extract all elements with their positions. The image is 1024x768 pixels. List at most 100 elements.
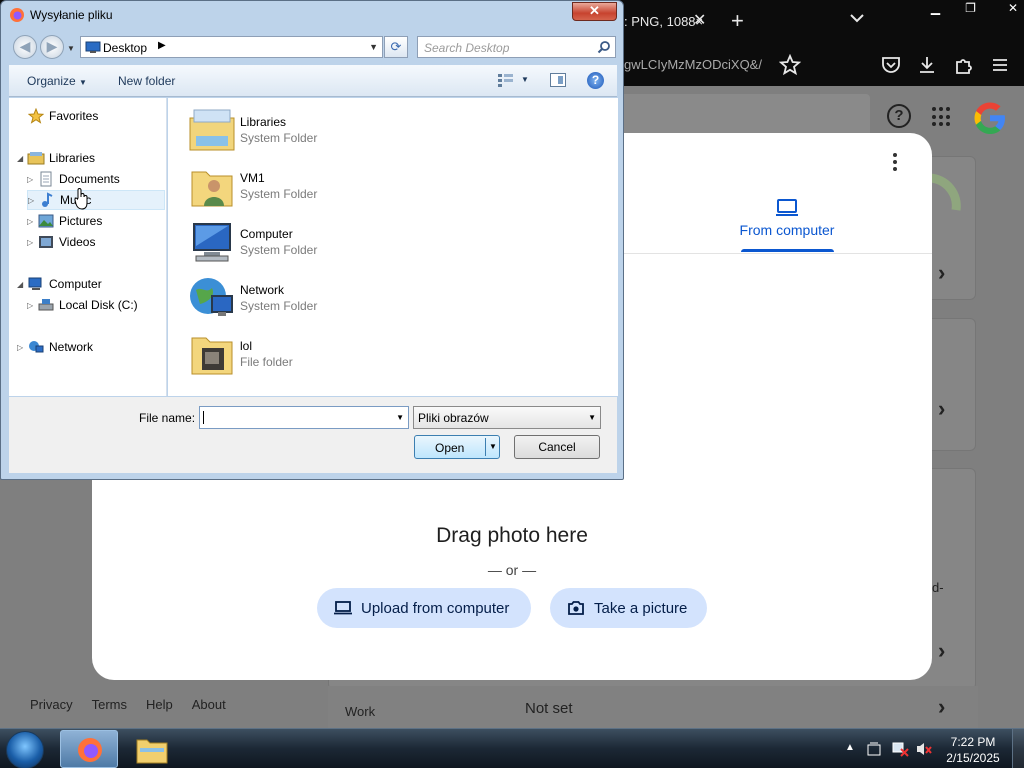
nav-local-disk-label: Local Disk (C:) xyxy=(59,298,138,312)
about-link[interactable]: About xyxy=(192,697,226,712)
or-separator: — or — xyxy=(487,562,537,578)
file-item-libraries[interactable]: Libraries System Folder xyxy=(188,102,468,154)
nav-favorites[interactable]: Favorites xyxy=(17,106,98,126)
file-name: VM1 xyxy=(240,171,265,185)
work-row[interactable]: Work Not set › xyxy=(328,686,978,728)
file-item-lol[interactable]: lol File folder xyxy=(188,326,468,378)
google-logo-icon[interactable] xyxy=(972,100,1008,136)
nav-libraries-label: Libraries xyxy=(49,151,96,165)
bookmark-star-icon[interactable] xyxy=(779,54,801,76)
privacy-link[interactable]: Privacy xyxy=(30,697,73,712)
nav-network[interactable]: ▷ Network xyxy=(17,337,93,357)
breadcrumb-desktop[interactable]: Desktop xyxy=(103,41,147,55)
nav-music[interactable]: ▷ Music xyxy=(27,190,165,210)
restore-icon[interactable]: ❐ xyxy=(953,0,988,18)
chevron-right-icon[interactable]: › xyxy=(938,396,945,422)
show-hidden-icons[interactable]: ▲ xyxy=(845,742,855,753)
hand-cursor-icon xyxy=(74,188,88,210)
address-dropdown-icon[interactable]: ▼ xyxy=(369,42,378,52)
downloads-icon[interactable] xyxy=(916,54,938,76)
explorer-folder-icon xyxy=(136,739,168,764)
star-icon xyxy=(27,108,45,124)
organize-button[interactable]: Organize ▼ xyxy=(27,74,87,88)
file-name-dropdown-icon[interactable]: ▼ xyxy=(396,413,404,422)
nav-videos[interactable]: ▷ Videos xyxy=(27,232,95,252)
help-icon[interactable]: ? xyxy=(887,104,911,128)
new-tab-icon[interactable]: + xyxy=(731,8,744,34)
open-options-dropdown-icon[interactable]: ▼ xyxy=(489,442,497,451)
tab-from-computer[interactable]: From computer xyxy=(732,198,842,252)
extensions-icon[interactable] xyxy=(953,54,975,76)
breadcrumb-arrow-icon[interactable]: ▶ xyxy=(158,40,166,51)
address-bar[interactable]: Desktop ▶ ▼ xyxy=(80,36,383,58)
menu-hamburger-icon[interactable] xyxy=(989,54,1011,76)
nav-pictures[interactable]: ▷ Pictures xyxy=(27,211,102,231)
minimize-icon[interactable]: ▁ xyxy=(918,0,953,18)
help-icon[interactable]: ? xyxy=(587,72,604,89)
open-button[interactable]: Open ▼ xyxy=(414,435,500,459)
clock-date: 2/15/2025 xyxy=(946,751,1000,765)
upload-from-computer-button[interactable]: Upload from computer xyxy=(317,588,531,628)
volume-muted-icon[interactable] xyxy=(915,741,933,757)
dialog-footer: File name: ▼ Pliki obrazów ▼ Open ▼ Canc… xyxy=(9,397,617,473)
file-item-computer[interactable]: Computer System Folder xyxy=(188,214,468,266)
file-type: System Folder xyxy=(240,299,318,313)
take-a-picture-button[interactable]: Take a picture xyxy=(550,588,707,628)
file-type: File folder xyxy=(240,355,293,369)
file-type: System Folder xyxy=(240,131,318,145)
nav-local-disk[interactable]: ▷ Local Disk (C:) xyxy=(27,295,138,315)
navigation-pane: Favorites ◢ Libraries ▷ Documents ▷ Musi… xyxy=(9,98,167,396)
nav-libraries[interactable]: ◢ Libraries xyxy=(17,148,95,168)
dialog-title: Wysyłanie pliku xyxy=(30,8,113,22)
search-placeholder: Search Desktop xyxy=(424,41,510,55)
pictures-icon xyxy=(37,214,55,228)
system-clock[interactable]: 7:22 PM 2/15/2025 xyxy=(940,734,1006,766)
file-name: Network xyxy=(240,283,285,297)
forward-arrow-icon[interactable]: ▶ xyxy=(40,35,64,59)
browser-tab-title[interactable]: : PNG, 1088× xyxy=(624,14,703,29)
more-options-icon[interactable] xyxy=(893,153,899,174)
taskbar-explorer[interactable] xyxy=(124,730,180,768)
tab-list-chevron-icon[interactable] xyxy=(849,12,865,24)
action-center-icon[interactable] xyxy=(866,741,882,757)
terms-link[interactable]: Terms xyxy=(92,697,127,712)
show-desktop-button[interactable] xyxy=(1012,729,1024,768)
taskbar-firefox[interactable] xyxy=(60,730,118,768)
network-status-icon[interactable] xyxy=(891,741,909,757)
nav-documents-label: Documents xyxy=(59,172,120,186)
search-input[interactable]: Search Desktop xyxy=(417,36,616,58)
file-item-network[interactable]: Network System Folder xyxy=(188,270,468,322)
nav-documents[interactable]: ▷ Documents xyxy=(27,169,120,189)
preview-pane-icon[interactable] xyxy=(550,73,566,87)
drag-photo-text: Drag photo here xyxy=(436,524,588,547)
nav-computer-label: Computer xyxy=(49,277,102,291)
file-list-pane: Libraries System Folder VM1 System Folde… xyxy=(168,98,618,396)
tab-close-icon[interactable]: ✕ xyxy=(693,10,706,30)
take-picture-label: Take a picture xyxy=(594,599,688,617)
file-name-input[interactable]: ▼ xyxy=(199,406,409,429)
close-window-icon[interactable]: ✕ xyxy=(988,0,1024,18)
google-apps-icon[interactable] xyxy=(932,107,952,127)
cancel-button[interactable]: Cancel xyxy=(514,435,600,459)
chevron-right-icon[interactable]: › xyxy=(938,638,945,664)
start-button-windows-icon[interactable] xyxy=(6,731,44,768)
nav-pictures-label: Pictures xyxy=(59,214,103,228)
pocket-icon[interactable] xyxy=(880,54,902,76)
help-link[interactable]: Help xyxy=(146,697,173,712)
chevron-right-icon[interactable]: › xyxy=(938,260,945,286)
views-dropdown-icon[interactable]: ▼ xyxy=(521,75,529,84)
file-item-vm1[interactable]: VM1 System Folder xyxy=(188,158,468,210)
change-view-icon[interactable] xyxy=(497,73,515,87)
refresh-icon[interactable]: ⟳ xyxy=(384,36,408,58)
file-name: Computer xyxy=(240,227,293,241)
url-bar[interactable]: gwLCIyMzMzODciXQ&/ xyxy=(624,57,762,72)
camera-icon xyxy=(568,601,584,615)
back-arrow-icon[interactable]: ◀ xyxy=(13,35,37,59)
recent-locations-dropdown-icon[interactable]: ▼ xyxy=(67,44,75,53)
nav-computer[interactable]: ◢ Computer xyxy=(17,274,102,294)
clock-time: 7:22 PM xyxy=(950,735,996,749)
file-type-select[interactable]: Pliki obrazów ▼ xyxy=(413,406,601,429)
dialog-close-button[interactable]: ✕ xyxy=(572,2,617,21)
new-folder-button[interactable]: New folder xyxy=(118,74,175,88)
network-globe-icon xyxy=(190,278,233,316)
